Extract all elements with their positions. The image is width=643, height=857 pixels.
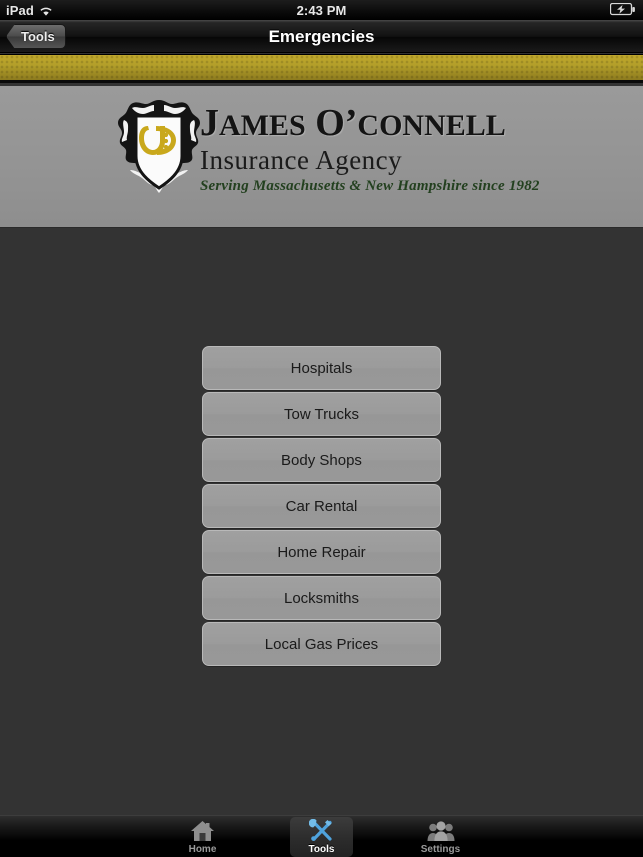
- brand-name: JAMES O’CONNELL: [200, 102, 540, 147]
- tab-bar: Home Tools Settings: [0, 815, 643, 857]
- brand-subtitle: Insurance Agency: [200, 145, 403, 175]
- page-title: Emergencies: [268, 26, 375, 46]
- gold-accent-band: [0, 54, 643, 83]
- tab-home-label: Home: [188, 844, 217, 855]
- brand-tagline: Serving Massachusetts & New Hampshire si…: [200, 178, 540, 194]
- company-crest-icon: [116, 98, 202, 198]
- brand-header: JAMES O’CONNELL Insurance Agency Serving…: [0, 86, 643, 228]
- menu-button-locksmiths[interactable]: Locksmiths: [202, 576, 441, 620]
- brand-text-block: JAMES O’CONNELL Insurance Agency Serving…: [200, 102, 540, 195]
- menu-button-label: Hospitals: [290, 359, 353, 377]
- brand-name-j: J: [200, 102, 219, 144]
- tab-home[interactable]: Home: [171, 817, 234, 857]
- menu-button-tow-trucks[interactable]: Tow Trucks: [202, 392, 441, 436]
- home-icon: [190, 819, 215, 842]
- menu-button-label: Car Rental: [285, 497, 358, 515]
- tab-settings-label: Settings: [420, 844, 461, 855]
- status-bar: iPad 2:43 PM: [0, 0, 643, 20]
- tab-tools[interactable]: Tools: [290, 817, 353, 857]
- people-icon: [427, 819, 455, 842]
- menu-button-label: Body Shops: [281, 451, 362, 469]
- menu-button-car-rental[interactable]: Car Rental: [202, 484, 441, 528]
- ipad-app-screen: iPad 2:43 PM Tools Emergencies JAMES O’C…: [0, 0, 643, 857]
- menu-button-label: Locksmiths: [283, 589, 360, 607]
- navigation-bar: Tools Emergencies: [0, 20, 643, 53]
- brand-name-ames: AMES: [219, 109, 306, 142]
- menu-button-label: Home Repair: [277, 543, 366, 561]
- brand-name-o: O’: [315, 102, 358, 144]
- emergency-category-list: Hospitals Tow Trucks Body Shops Car Rent…: [202, 346, 441, 668]
- tab-settings[interactable]: Settings: [409, 817, 472, 857]
- battery-charging-icon: [610, 3, 636, 16]
- menu-button-label: Local Gas Prices: [264, 635, 379, 653]
- content-area: Hospitals Tow Trucks Body Shops Car Rent…: [0, 228, 643, 816]
- menu-button-body-shops[interactable]: Body Shops: [202, 438, 441, 482]
- tools-icon: [308, 819, 335, 842]
- tab-tools-label: Tools: [308, 844, 335, 855]
- menu-button-label: Tow Trucks: [283, 405, 359, 423]
- menu-button-hospitals[interactable]: Hospitals: [202, 346, 441, 390]
- menu-button-home-repair[interactable]: Home Repair: [202, 530, 441, 574]
- menu-button-local-gas-prices[interactable]: Local Gas Prices: [202, 622, 441, 666]
- status-bar-clock: 2:43 PM: [296, 2, 347, 18]
- brand-lockup: JAMES O’CONNELL Insurance Agency Serving…: [116, 98, 539, 213]
- brand-name-connell: CONNELL: [357, 109, 506, 142]
